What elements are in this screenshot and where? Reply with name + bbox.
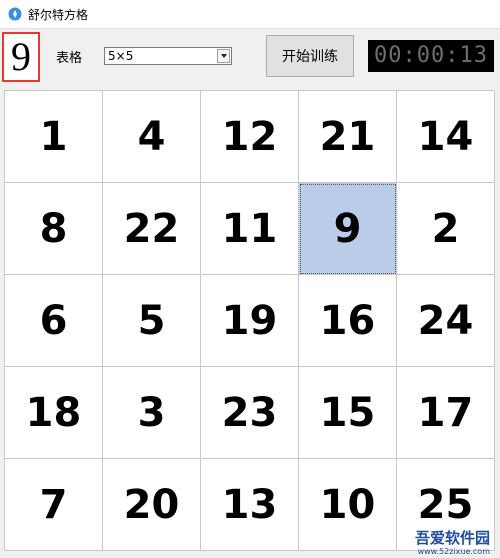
grid-cell[interactable]: 1 xyxy=(5,91,103,183)
grid-cell[interactable]: 2 xyxy=(397,183,495,275)
grid-cell[interactable]: 10 xyxy=(299,459,397,551)
grid-cell[interactable]: 6 xyxy=(5,275,103,367)
grid-size-value: 5×5 xyxy=(108,49,134,63)
current-target-number: 9 xyxy=(2,32,40,82)
grid-cell[interactable]: 17 xyxy=(397,367,495,459)
app-icon xyxy=(8,7,22,21)
grid-cell[interactable]: 8 xyxy=(5,183,103,275)
grid-cell[interactable]: 19 xyxy=(201,275,299,367)
grid-cell[interactable]: 11 xyxy=(201,183,299,275)
grid-cell[interactable]: 24 xyxy=(397,275,495,367)
grid-cell[interactable]: 14 xyxy=(397,91,495,183)
grid-cell[interactable]: 18 xyxy=(5,367,103,459)
schulte-grid: 1 4 12 21 14 8 22 11 9 2 6 5 19 16 24 18 3 23 15 17 7 20 13 10 2… xyxy=(4,90,495,551)
window-title: 舒尔特方格 xyxy=(28,7,89,22)
grid-cell[interactable]: 20 xyxy=(103,459,201,551)
grid-cell[interactable]: 16 xyxy=(299,275,397,367)
grid-cell[interactable]: 5 xyxy=(103,275,201,367)
grid-cell[interactable]: 15 xyxy=(299,367,397,459)
toolbar: 9 表格 5×5 开始训练 00:00:13 xyxy=(0,29,500,89)
table-size-label: 表格 xyxy=(56,51,83,66)
grid-cell[interactable]: 23 xyxy=(201,367,299,459)
grid-cell[interactable]: 9 xyxy=(299,183,397,275)
grid-cell[interactable]: 22 xyxy=(103,183,201,275)
grid-cell[interactable]: 4 xyxy=(103,91,201,183)
chevron-down-icon[interactable] xyxy=(217,49,230,63)
grid-cell[interactable]: 13 xyxy=(201,459,299,551)
start-training-button[interactable]: 开始训练 xyxy=(266,35,354,77)
grid-size-select[interactable]: 5×5 xyxy=(104,47,232,65)
grid-cell[interactable]: 7 xyxy=(5,459,103,551)
grid-cell[interactable]: 12 xyxy=(201,91,299,183)
grid-cell[interactable]: 21 xyxy=(299,91,397,183)
timer-display: 00:00:13 xyxy=(368,40,494,72)
grid-cell[interactable]: 3 xyxy=(103,367,201,459)
grid-cell[interactable]: 25 xyxy=(397,459,495,551)
title-bar: 舒尔特方格 xyxy=(0,0,500,29)
